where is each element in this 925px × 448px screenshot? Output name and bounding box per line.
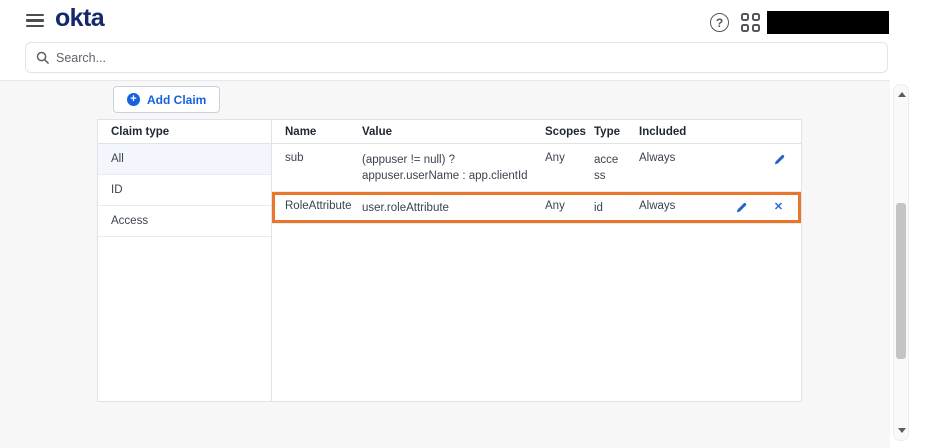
claim-type-all[interactable]: All (98, 144, 271, 175)
claim-included: Always (639, 152, 676, 164)
scrollbar-thumb[interactable] (896, 203, 906, 359)
okta-logo[interactable]: okta (55, 4, 105, 33)
claim-scopes: Any (545, 200, 565, 213)
claim-actions: ✕ (709, 201, 801, 214)
top-bar: okta ? (0, 0, 925, 40)
add-claim-label: Add Claim (147, 92, 207, 107)
claim-type-panel: Claim type All ID Access (98, 120, 272, 401)
apps-grid-icon[interactable] (741, 13, 760, 32)
claim-type-value: access (594, 154, 619, 183)
content-area: + Add Claim Claim type All ID Access Nam… (0, 81, 890, 448)
scroll-up-icon[interactable] (897, 92, 906, 97)
col-name: Name (285, 125, 317, 138)
claim-type-access[interactable]: Access (98, 206, 271, 237)
menu-icon[interactable] (26, 14, 44, 27)
help-icon[interactable]: ? (710, 13, 729, 32)
col-scopes: Scopes (545, 125, 586, 138)
search-input[interactable] (56, 50, 877, 65)
claims-table: Claim type All ID Access Name Value Scop… (97, 119, 802, 402)
claim-included: Always (639, 200, 676, 213)
claim-type-value: id (594, 202, 603, 215)
claim-type-header: Claim type (98, 120, 271, 144)
claim-name: sub (285, 152, 304, 164)
col-value: Value (362, 125, 393, 138)
search-bar (25, 42, 888, 73)
claims-header-row: Name Value Scopes Type Included (272, 120, 801, 144)
col-included: Included (639, 125, 687, 138)
scroll-down-icon[interactable] (897, 428, 906, 433)
claim-value: (appuser != null) ? appuser.userName : a… (362, 154, 528, 183)
plus-icon: + (127, 93, 140, 106)
claim-type-id[interactable]: ID (98, 175, 271, 206)
claim-row-roleattribute: RoleAttribute user.roleAttribute Any id … (272, 192, 801, 225)
claims-list: Name Value Scopes Type Included sub (app… (272, 120, 801, 401)
edit-claim-icon[interactable] (772, 153, 785, 166)
edit-claim-icon[interactable] (734, 201, 747, 214)
claim-scopes: Any (545, 152, 565, 164)
add-claim-button[interactable]: + Add Claim (113, 86, 221, 113)
redacted-account-info (767, 11, 889, 34)
vertical-scrollbar[interactable] (893, 84, 909, 441)
claim-actions (709, 153, 801, 166)
claim-name: RoleAttribute (285, 200, 352, 213)
search-icon (36, 51, 49, 64)
claim-value: user.roleAttribute (362, 202, 449, 215)
delete-claim-icon[interactable]: ✕ (772, 201, 785, 214)
col-type: Type (594, 125, 620, 138)
claim-row-sub: sub (appuser != null) ? appuser.userName… (272, 144, 801, 193)
